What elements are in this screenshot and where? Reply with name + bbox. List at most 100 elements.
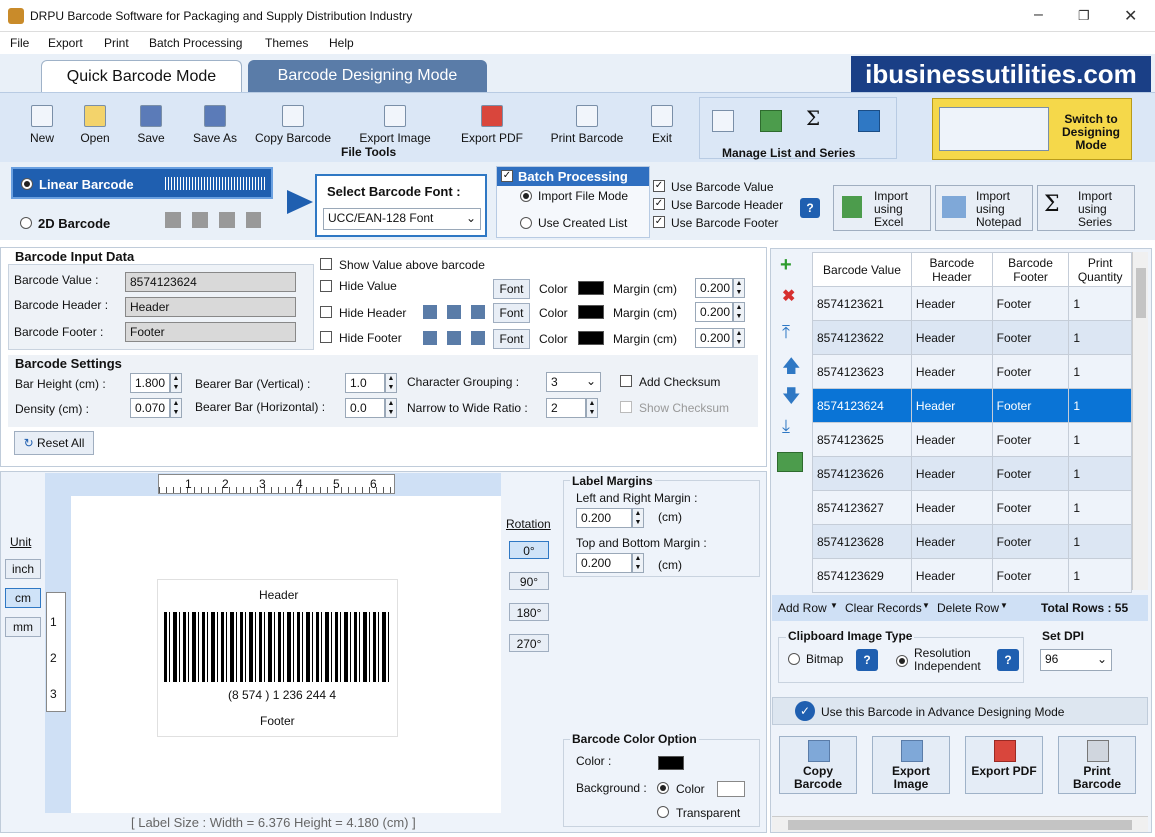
unit-inch-button[interactable]: inch <box>5 559 41 579</box>
footer-margin-spinner[interactable]: ▲ ▼ <box>733 328 745 348</box>
records-table[interactable]: Barcode Value Barcode Header Barcode Foo… <box>812 252 1132 593</box>
open-button[interactable]: Open <box>78 105 112 145</box>
bitmap-radio[interactable] <box>788 653 800 665</box>
bg-color-radio[interactable] <box>657 782 669 794</box>
menu-themes[interactable]: Themes <box>265 36 308 50</box>
exit-button[interactable]: Exit <box>648 105 676 145</box>
add-row-button[interactable]: Add Row <box>778 601 827 615</box>
transparent-radio[interactable] <box>657 806 669 818</box>
table-cell[interactable]: Header <box>910 286 993 321</box>
table-cell[interactable]: 8574123626 <box>812 456 912 491</box>
footer-margin-input[interactable]: 0.200 <box>695 328 733 348</box>
footer-align-icons[interactable] <box>423 331 488 345</box>
table-cell[interactable]: 8574123628 <box>812 524 912 559</box>
value-font-button[interactable]: Font <box>493 279 530 299</box>
rotation-90-button[interactable]: 90° <box>509 572 549 590</box>
col-barcode-header[interactable]: Barcode Header <box>910 252 993 287</box>
narrow-ratio-spinner[interactable]: ▲ ▼ <box>586 398 598 418</box>
bitmap-help-icon[interactable]: ? <box>856 649 878 671</box>
density-input[interactable]: 0.070 <box>130 398 170 418</box>
table-cell[interactable]: Footer <box>991 286 1070 321</box>
table-cell[interactable]: 1 <box>1068 524 1132 559</box>
switch-designing-button[interactable]: Switch to Designing Mode <box>932 98 1132 160</box>
font-dropdown[interactable]: UCC/EAN-128 Font ⌄ <box>323 208 481 230</box>
table-cell[interactable]: Header <box>910 354 993 389</box>
table-cell[interactable]: Header <box>910 456 993 491</box>
menu-export[interactable]: Export <box>48 36 83 50</box>
delete-row-button[interactable]: Delete Row <box>937 601 999 615</box>
maximize-icon[interactable]: ❐ <box>1078 8 1090 24</box>
use-value-checkbox[interactable]: ✓ <box>653 180 665 192</box>
table-cell[interactable]: 1 <box>1068 388 1132 423</box>
bar-height-spinner[interactable]: ▲ ▼ <box>170 373 182 393</box>
table-cell[interactable]: 1 <box>1068 558 1132 593</box>
hide-value-checkbox[interactable] <box>320 280 332 292</box>
new-button[interactable]: New <box>28 105 56 145</box>
copy-barcode-button[interactable]: Copy Barcode <box>252 105 334 145</box>
char-grouping-dropdown[interactable]: 3 ⌄ <box>546 372 601 392</box>
resolution-help-icon[interactable]: ? <box>997 649 1019 671</box>
show-checksum-checkbox[interactable] <box>620 401 632 413</box>
swap-icon[interactable] <box>858 110 880 132</box>
table-cell[interactable]: Header <box>910 558 993 593</box>
table-cell[interactable]: 8574123629 <box>812 558 912 593</box>
lr-margin-input[interactable]: 0.200 <box>576 508 632 528</box>
table-cell[interactable]: 8574123621 <box>812 286 912 321</box>
table-cell[interactable]: 1 <box>1068 456 1132 491</box>
table-cell[interactable]: 1 <box>1068 354 1132 389</box>
bg-color-swatch[interactable] <box>717 781 745 797</box>
bearer-horizontal-spinner[interactable]: ▲ ▼ <box>385 398 397 418</box>
unit-mm-button[interactable]: mm <box>5 617 41 637</box>
menu-file[interactable]: File <box>10 36 29 50</box>
bottom-scrollbar[interactable] <box>772 816 1148 832</box>
table-cell[interactable]: 1 <box>1068 286 1132 321</box>
import-file-radio[interactable] <box>520 190 532 202</box>
table-row[interactable]: 8574123626 Header Footer 1 <box>812 456 1132 491</box>
use-created-radio[interactable] <box>520 217 532 229</box>
export-image-button[interactable]: Export Image <box>355 105 435 145</box>
barcode-header-input[interactable]: Header <box>125 297 296 317</box>
close-icon[interactable]: ✕ <box>1124 6 1137 26</box>
move-up-icon[interactable]: 🡅 <box>782 354 801 384</box>
hide-footer-checkbox[interactable] <box>320 331 332 343</box>
table-row[interactable]: 8574123629 Header Footer 1 <box>812 558 1132 593</box>
header-align-icons[interactable] <box>423 305 488 319</box>
col-barcode-value[interactable]: Barcode Value <box>812 252 912 287</box>
table-cell[interactable]: 8574123622 <box>812 320 912 355</box>
table-cell[interactable]: 8574123625 <box>812 422 912 457</box>
narrow-ratio-input[interactable]: 2 <box>546 398 586 418</box>
header-margin-spinner[interactable]: ▲ ▼ <box>733 302 745 322</box>
menu-help[interactable]: Help <box>329 36 354 50</box>
table-row[interactable]: 8574123623 Header Footer 1 <box>812 354 1132 389</box>
dpi-dropdown[interactable]: 96 ⌄ <box>1040 649 1112 671</box>
reset-all-button[interactable]: ↻ Reset All <box>14 431 94 455</box>
minimize-icon[interactable]: – <box>1034 6 1043 24</box>
move-down-icon[interactable]: 🡇 <box>782 384 801 414</box>
rotation-0-button[interactable]: 0° <box>509 541 549 559</box>
tb-margin-input[interactable]: 0.200 <box>576 553 632 573</box>
density-spinner[interactable]: ▲ ▼ <box>170 398 182 418</box>
table-cell[interactable]: 1 <box>1068 320 1132 355</box>
table-row[interactable]: 8574123627 Header Footer 1 <box>812 490 1132 525</box>
table-cell[interactable]: Footer <box>991 320 1070 355</box>
footer-font-button[interactable]: Font <box>493 329 530 349</box>
barcode-value-input[interactable]: 8574123624 <box>125 272 296 292</box>
table-cell[interactable]: Footer <box>991 354 1070 389</box>
table-cell[interactable]: 8574123623 <box>812 354 912 389</box>
table-cell[interactable]: Header <box>910 388 993 423</box>
add-checksum-checkbox[interactable] <box>620 375 632 387</box>
value-margin-input[interactable]: 0.200 <box>695 278 733 298</box>
table-cell[interactable]: 1 <box>1068 490 1132 525</box>
tab-quick-mode[interactable]: Quick Barcode Mode <box>41 60 242 92</box>
bearer-horizontal-input[interactable]: 0.0 <box>345 398 385 418</box>
resolution-radio[interactable] <box>896 655 908 667</box>
hide-header-checkbox[interactable] <box>320 306 332 318</box>
clear-records-button[interactable]: Clear Records <box>845 601 922 615</box>
batch-checkbox[interactable]: ✓ <box>501 170 513 182</box>
col-print-quantity[interactable]: Print Quantity <box>1068 252 1132 287</box>
print-barcode-button[interactable]: Print Barcode <box>547 105 627 145</box>
export-list-icon[interactable] <box>777 452 803 472</box>
tb-margin-spinner[interactable]: ▲ ▼ <box>632 553 644 573</box>
table-cell[interactable]: Header <box>910 422 993 457</box>
table-cell[interactable]: Footer <box>991 490 1070 525</box>
